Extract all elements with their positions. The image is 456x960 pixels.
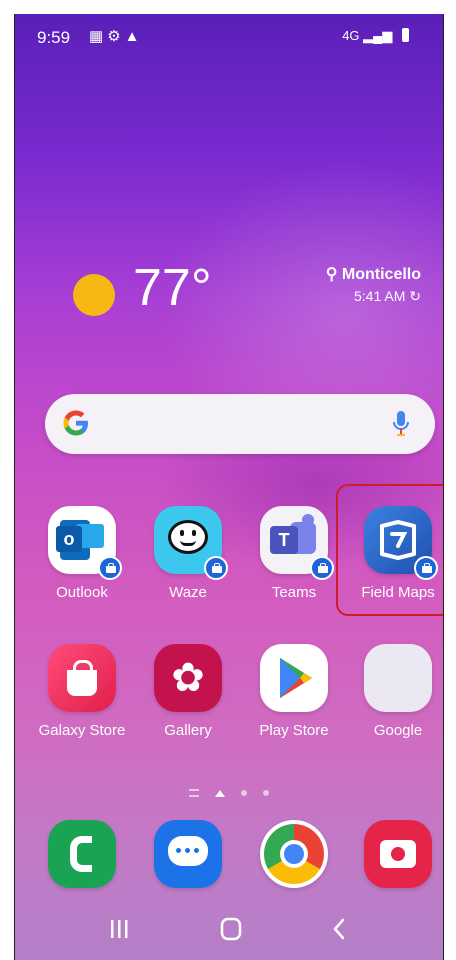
back-icon[interactable] [319, 914, 359, 944]
battery-icon [402, 28, 409, 42]
page-indicator-menu-icon [189, 789, 200, 798]
status-right: 4G ▂▄▆ [342, 28, 409, 44]
temperature: 77° [133, 259, 212, 317]
home-screen: 9:59 ▦⚙▲ 4G ▂▄▆ 77° ⚲ Monticello 5:41 AM… [14, 14, 444, 960]
app-teams[interactable]: T Teams [241, 506, 347, 601]
work-badge-icon [204, 556, 228, 580]
app-outlook[interactable]: o Outlook [29, 506, 135, 601]
waze-icon [154, 506, 228, 580]
location-name: Monticello [341, 266, 421, 283]
play-triangle-icon [280, 658, 312, 698]
messages-app-icon [154, 820, 222, 888]
refresh-icon[interactable]: ↻ [409, 288, 421, 304]
dock-chrome[interactable] [241, 820, 347, 888]
app-play-store[interactable]: Play Store [241, 644, 347, 739]
google-folder-icon [364, 644, 432, 712]
mic-icon[interactable] [391, 410, 411, 438]
sun-icon [73, 274, 115, 316]
status-bar: 9:59 ▦⚙▲ 4G ▂▄▆ [37, 26, 421, 52]
work-badge-icon [310, 556, 334, 580]
settings-notification-icon: ⚙ [107, 28, 125, 45]
location-widget[interactable]: ⚲ Monticello 5:41 AM ↻ [326, 264, 421, 305]
field-maps-highlight-box [336, 484, 443, 616]
network-label: 4G [342, 28, 360, 43]
page-indicator-dot [262, 790, 269, 797]
notification-icons: ▦⚙▲ [89, 27, 144, 45]
chrome-app-icon [260, 820, 328, 888]
app-galaxy-store[interactable]: Galaxy Store [29, 644, 135, 739]
updated-time: 5:41 AM [354, 288, 406, 304]
app-waze[interactable]: Waze [135, 506, 241, 601]
phone-app-icon [48, 820, 116, 888]
location-line: ⚲ Monticello [326, 264, 421, 284]
page-indicator[interactable] [15, 784, 443, 800]
dock-phone[interactable] [29, 820, 135, 888]
dock-messages[interactable] [135, 820, 241, 888]
photo-notification-icon: ▦ [89, 28, 108, 45]
app-label: Play Store [259, 722, 329, 739]
navigation-bar [15, 900, 443, 960]
app-google-folder[interactable]: Google [345, 644, 443, 739]
updated-line: 5:41 AM ↻ [326, 288, 421, 305]
status-time: 9:59 [37, 28, 71, 47]
play-store-icon [260, 644, 328, 712]
home-button-icon[interactable] [211, 914, 251, 944]
google-search-bar[interactable] [45, 394, 435, 454]
recent-apps-icon[interactable] [99, 914, 139, 944]
teams-icon: T [260, 506, 334, 580]
app-label: Google [373, 722, 423, 739]
dock-camera[interactable] [345, 820, 443, 888]
app-label: Galaxy Store [38, 722, 126, 739]
page-indicator-dot [240, 790, 247, 797]
outlook-icon: o [48, 506, 122, 580]
location-pin-icon: ⚲ [325, 266, 342, 283]
page-indicator-home-icon [215, 789, 226, 797]
work-badge-icon [98, 556, 122, 580]
app-label: Outlook [56, 584, 108, 601]
galaxy-store-icon [48, 644, 116, 712]
gallery-icon: ✿ [154, 644, 222, 712]
app-gallery[interactable]: ✿ Gallery [135, 644, 241, 739]
app-label: Teams [271, 584, 317, 601]
app-label: Gallery [164, 722, 212, 739]
signal-icon: ▂▄▆ [363, 28, 393, 43]
google-logo-icon [63, 410, 88, 436]
warning-icon: ▲ [124, 28, 144, 45]
app-label: Waze [169, 584, 207, 601]
camera-app-icon [364, 820, 432, 888]
